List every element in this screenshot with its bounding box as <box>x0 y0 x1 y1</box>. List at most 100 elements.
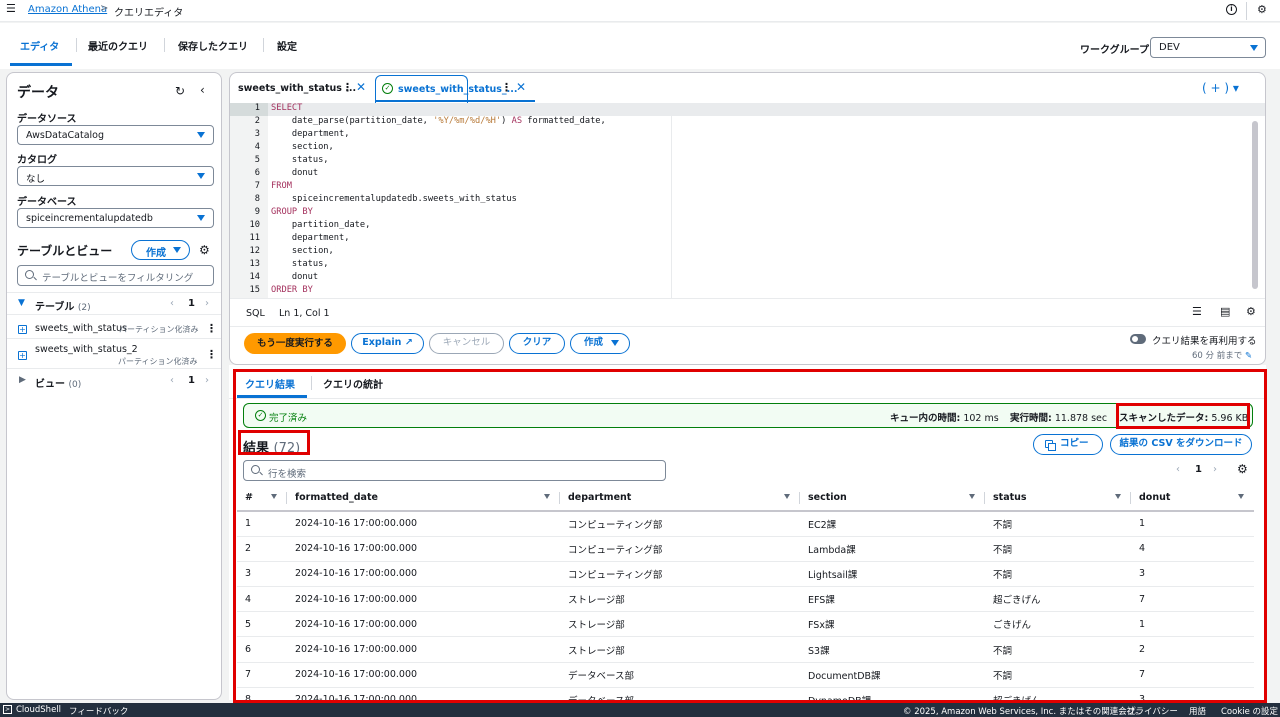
sql-token: status, <box>271 259 329 269</box>
line-number: 3 <box>254 129 260 139</box>
gear-icon[interactable]: ⚙ <box>1246 305 1256 318</box>
editor-tab-1[interactable]: sweets_with_status ... <box>238 83 356 94</box>
reuse-results-sub[interactable]: 60 分 前まで ✎ <box>1192 349 1252 361</box>
sql-token: department, <box>271 233 350 243</box>
code-line[interactable]: 6 donut <box>230 168 1265 181</box>
sql-keyword: ORDER BY <box>271 285 313 295</box>
code-line[interactable]: 13 status, <box>230 259 1265 272</box>
code-text: section, <box>271 142 334 152</box>
close-icon[interactable]: ✕ <box>356 80 366 94</box>
prev-page-icon[interactable]: ‹ <box>170 298 174 309</box>
sql-token: status, <box>271 155 329 165</box>
workgroup-select[interactable]: DEV <box>1150 37 1266 58</box>
tab-saved-queries[interactable]: 保存したクエリ <box>178 38 248 53</box>
workgroup-value: DEV <box>1159 42 1180 53</box>
format-icon[interactable]: ☰ <box>1192 305 1202 318</box>
code-line[interactable]: 4 section, <box>230 142 1265 155</box>
code-text: spiceincrementalupdatedb.sweets_with_sta… <box>271 194 517 204</box>
expand-right-icon[interactable]: ▶ <box>19 375 26 385</box>
cookie-settings-link[interactable]: Cookie の設定 <box>1221 705 1278 717</box>
caret-down-icon <box>1250 45 1258 51</box>
database-value: spiceincrementalupdatedb <box>26 213 153 224</box>
tab-recent-queries[interactable]: 最近のクエリ <box>88 38 148 53</box>
sql-token: partition_date, <box>271 220 371 230</box>
code-line[interactable]: 1 SELECT <box>230 103 1265 116</box>
add-tab-icon[interactable]: ( + ) ▾ <box>1202 81 1239 95</box>
tables-section-title[interactable]: テーブル (2) <box>35 298 91 313</box>
prev-page-icon[interactable]: ‹ <box>170 375 174 386</box>
code-line[interactable]: 2 date_parse(partition_date, '%Y/%m/%d/%… <box>230 116 1265 129</box>
create-button[interactable]: 作成 <box>570 333 630 354</box>
breadcrumb-service-link[interactable]: Amazon Athena <box>28 4 107 15</box>
table-actions-icon[interactable]: ⋮ <box>206 322 217 335</box>
views-section-title[interactable]: ビュー (0) <box>35 375 81 390</box>
feedback-link[interactable]: フィードバック <box>69 705 128 717</box>
table-item-name[interactable]: sweets_with_status_2 <box>35 344 138 355</box>
table-filter-input[interactable]: テーブルとビューをフィルタリング <box>17 265 214 286</box>
create-table-button[interactable]: 作成 <box>131 240 190 260</box>
highlight-box-results <box>233 369 1267 703</box>
create-label: 作成 <box>584 337 604 348</box>
code-line[interactable]: 11 department, <box>230 233 1265 246</box>
code-text: department, <box>271 233 350 243</box>
table-actions-icon[interactable]: ⋮ <box>206 348 217 361</box>
success-check-icon: ✓ <box>382 83 393 94</box>
views-page-number[interactable]: 1 <box>188 375 195 386</box>
cloudshell-link[interactable]: CloudShell <box>16 705 61 715</box>
expand-table-icon[interactable]: + <box>18 351 27 360</box>
explain-button[interactable]: Explain ↗ <box>351 333 424 354</box>
expand-table-icon[interactable]: + <box>18 325 27 334</box>
privacy-link[interactable]: プライバシー <box>1127 705 1178 717</box>
editor-tab-2[interactable]: ✓ sweets_with_status_... <box>375 75 518 103</box>
sql-token: section, <box>271 142 334 152</box>
tab-editor[interactable]: エディタ <box>20 38 59 53</box>
caret-down-icon <box>173 247 181 253</box>
expand-down-icon[interactable]: ▼ <box>18 298 25 308</box>
sql-code-editor[interactable]: 1 SELECT 2 date_parse(partition_date, '%Y/… <box>230 103 1265 298</box>
top-navigation: ☰ Amazon Athena > クエリエディタ i ⚙ <box>0 0 1280 22</box>
code-line[interactable]: 10 partition_date, <box>230 220 1265 233</box>
filter-placeholder: テーブルとビューをフィルタリング <box>42 273 194 284</box>
tab-divider <box>263 38 264 52</box>
sql-token: spiceincrementalupdatedb.sweets_with_sta… <box>271 194 517 204</box>
query-editor-panel: sweets_with_status ... ⋮ ✕ ✓ sweets_with… <box>229 72 1266 365</box>
code-line[interactable]: 3 department, <box>230 129 1265 142</box>
tab-actions-icon[interactable]: ⋮ <box>501 81 512 94</box>
collapse-panel-icon[interactable]: ‹ <box>200 83 205 97</box>
next-page-icon[interactable]: › <box>205 375 209 386</box>
views-label: ビュー <box>35 379 65 390</box>
sql-keyword: FROM <box>271 181 292 191</box>
next-page-icon[interactable]: › <box>205 298 209 309</box>
code-line[interactable]: 7 FROM <box>230 181 1265 194</box>
code-line[interactable]: 14 donut <box>230 272 1265 285</box>
line-number: 15 <box>249 285 260 295</box>
code-line[interactable]: 12 section, <box>230 246 1265 259</box>
catalog-select[interactable]: なし <box>17 166 214 186</box>
caret-down-icon <box>611 340 619 346</box>
editor-scrollbar[interactable] <box>1252 121 1258 289</box>
tab-settings[interactable]: 設定 <box>277 38 297 53</box>
code-line[interactable]: 5 status, <box>230 155 1265 168</box>
close-icon[interactable]: ✕ <box>516 80 526 94</box>
menu-icon[interactable]: ☰ <box>6 3 16 14</box>
keyboard-icon[interactable]: ▤ <box>1220 305 1230 318</box>
datasource-select[interactable]: AwsDataCatalog <box>17 125 214 145</box>
tab-actions-icon[interactable]: ⋮ <box>342 81 353 94</box>
database-select[interactable]: spiceincrementalupdatedb <box>17 208 214 228</box>
info-icon[interactable]: i <box>1226 4 1237 15</box>
settings-icon[interactable]: ⚙ <box>1257 4 1269 16</box>
clear-button[interactable]: クリア <box>509 333 565 354</box>
code-text: donut <box>271 272 318 282</box>
code-line[interactable]: 15 ORDER BY <box>230 285 1265 298</box>
cancel-button[interactable]: キャンセル <box>429 333 504 354</box>
line-number: 7 <box>254 181 260 191</box>
code-line[interactable]: 9 GROUP BY <box>230 207 1265 220</box>
tables-page-number[interactable]: 1 <box>188 298 195 309</box>
reuse-results-toggle[interactable] <box>1130 334 1146 344</box>
refresh-icon[interactable]: ↻ <box>175 84 185 98</box>
gear-icon[interactable]: ⚙ <box>199 243 210 257</box>
run-again-button[interactable]: もう一度実行する <box>244 333 346 354</box>
table-item-name[interactable]: sweets_with_status <box>35 323 127 334</box>
terms-link[interactable]: 用語 <box>1189 705 1206 717</box>
code-line[interactable]: 8 spiceincrementalupdatedb.sweets_with_s… <box>230 194 1265 207</box>
